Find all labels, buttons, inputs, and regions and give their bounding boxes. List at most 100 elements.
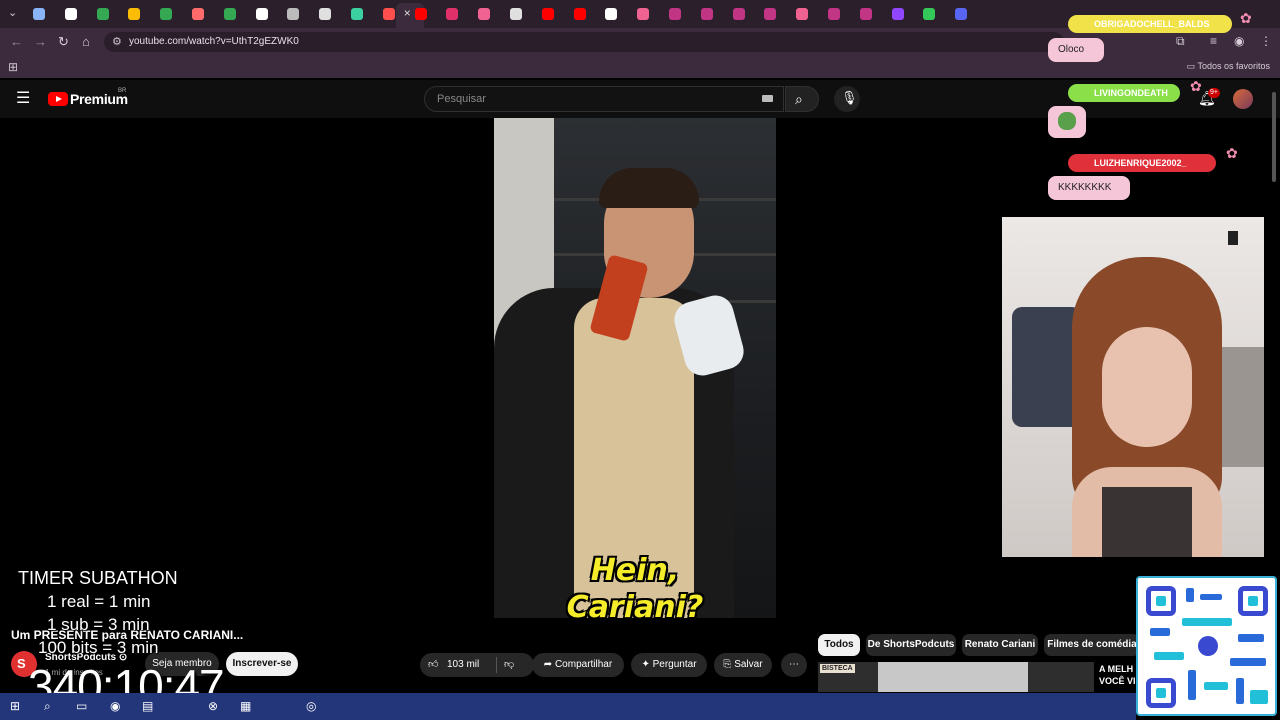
save-label: Salvar: [734, 659, 763, 670]
tab-search-icon[interactable]: ⌄: [8, 6, 17, 19]
browser-tab[interactable]: [284, 5, 302, 23]
browser-tab[interactable]: [920, 5, 938, 23]
hamburger-menu-icon[interactable]: ☰: [16, 91, 30, 107]
browser-tab[interactable]: [62, 5, 80, 23]
save-button[interactable]: ⎘ Salvar: [714, 653, 772, 677]
account-avatar[interactable]: [1233, 89, 1253, 109]
browser-tab[interactable]: [253, 5, 271, 23]
subathon-rule: 100 bits = 3 min: [38, 638, 159, 657]
pepe-emote-icon: [1058, 112, 1076, 130]
browser-tab[interactable]: [316, 5, 334, 23]
back-icon[interactable]: ←: [10, 34, 23, 50]
channel-logo-icon: S: [17, 656, 26, 671]
browser-tab[interactable]: [157, 5, 175, 23]
home-icon[interactable]: ⌂: [82, 34, 90, 50]
browser-tab[interactable]: [221, 5, 239, 23]
browser-tab[interactable]: [602, 5, 620, 23]
browser-tab[interactable]: [443, 5, 461, 23]
browser-tab[interactable]: [761, 5, 779, 23]
forward-icon[interactable]: →: [34, 34, 47, 50]
browser-tab[interactable]: [412, 5, 430, 23]
task-view-icon[interactable]: ▭: [76, 699, 87, 713]
chip-from-channel[interactable]: De ShortsPodcuts: [866, 634, 956, 656]
windows-taskbar: [0, 693, 1136, 720]
thumbnail-brand: BISTECA: [820, 664, 855, 673]
qr-module: [1150, 628, 1170, 636]
tab-close-icon[interactable]: ×: [404, 6, 411, 20]
tab-favicon-icon: [541, 8, 554, 20]
recommended-video-title[interactable]: A MELH VOCÊ VI: [1099, 663, 1139, 687]
browser-tab[interactable]: [539, 5, 557, 23]
search-input[interactable]: [435, 91, 735, 107]
all-bookmarks-label: Todos os favoritos: [1197, 61, 1270, 71]
browser-tab[interactable]: [189, 5, 207, 23]
youtube-play-icon: [48, 92, 68, 106]
subscribe-button[interactable]: Inscrever-se: [226, 652, 298, 676]
tab-favicon-icon: [96, 8, 109, 20]
address-bar[interactable]: ⚙ youtube.com/watch?v=UthT2gEZWK0: [104, 32, 1064, 52]
video-player[interactable]: Hein, Cariani?: [494, 118, 776, 618]
dislike-icon[interactable]: 👎︎: [504, 653, 514, 677]
search-box[interactable]: [424, 86, 784, 112]
browser-tab[interactable]: [634, 5, 652, 23]
search-taskbar-icon[interactable]: ⌕: [44, 699, 51, 714]
voice-search-button[interactable]: 🎙︎: [834, 86, 860, 112]
extensions-icon[interactable]: ⧉: [1176, 34, 1185, 49]
browser-tab[interactable]: [825, 5, 843, 23]
chip-renato-cariani[interactable]: Renato Cariani: [962, 634, 1038, 656]
qr-finder: [1238, 586, 1268, 616]
menu-icon[interactable]: ⋮: [1260, 34, 1272, 48]
browser-tab[interactable]: [475, 5, 493, 23]
more-actions-button[interactable]: ⋯: [781, 653, 807, 677]
like-count[interactable]: 103 mil: [447, 653, 479, 677]
all-bookmarks[interactable]: ▭ Todos os favoritos: [1187, 61, 1270, 72]
browser-tab[interactable]: [571, 5, 589, 23]
keyboard-icon[interactable]: [762, 95, 773, 102]
page-scrollbar[interactable]: [1272, 92, 1276, 182]
start-icon[interactable]: ⊞: [10, 699, 20, 713]
browser-tab[interactable]: [348, 5, 366, 23]
tab-favicon-icon: [382, 8, 395, 20]
search-button[interactable]: ⌕: [785, 86, 819, 112]
browser-tab[interactable]: [30, 5, 48, 23]
qr-module: [1230, 658, 1266, 666]
browser-tab[interactable]: [698, 5, 716, 23]
browser-tab[interactable]: [507, 5, 525, 23]
tab-favicon-icon: [573, 8, 586, 20]
qr-module: [1238, 634, 1264, 642]
browser-tab[interactable]: [952, 5, 970, 23]
browser-tab[interactable]: [125, 5, 143, 23]
subathon-label: TIMER SUBATHON: [18, 568, 178, 588]
explorer-taskbar-icon[interactable]: ▤: [142, 699, 153, 713]
xbox-taskbar-icon[interactable]: ⊗: [208, 699, 218, 713]
chip-comedy-films[interactable]: Filmes de comédia: [1044, 634, 1140, 656]
chat-message-text: KKKKKKKK: [1058, 182, 1112, 193]
chat-username: LUIZHENRIQUE2002_: [1094, 158, 1187, 168]
chat-username-badge: LIVINGONDEATH: [1068, 84, 1180, 102]
obs-taskbar-icon[interactable]: ◎: [306, 699, 316, 713]
webcam-face: [1102, 327, 1192, 447]
media-icon[interactable]: ≡: [1210, 34, 1217, 48]
recommended-video-thumbnail[interactable]: BISTECA: [818, 662, 1094, 692]
browser-tab[interactable]: [666, 5, 684, 23]
calculator-taskbar-icon[interactable]: ▦: [240, 699, 251, 713]
share-label: Compartilhar: [554, 659, 613, 670]
ask-button[interactable]: ✦ Perguntar: [631, 653, 707, 677]
share-button[interactable]: ➦ Compartilhar: [532, 653, 624, 677]
browser-tab[interactable]: [730, 5, 748, 23]
chip-todos[interactable]: Todos: [818, 634, 860, 656]
browser-tab[interactable]: [793, 5, 811, 23]
site-info-icon[interactable]: ⚙: [112, 35, 122, 48]
qr-module: [1200, 594, 1222, 600]
browser-tab[interactable]: [857, 5, 875, 23]
browser-tab[interactable]: [94, 5, 112, 23]
browser-tab[interactable]: [889, 5, 907, 23]
like-icon[interactable]: 👍︎: [428, 653, 438, 677]
qr-module: [1154, 652, 1184, 660]
profile-icon[interactable]: ◉: [1234, 34, 1244, 48]
apps-grid-icon[interactable]: ⊞: [8, 60, 18, 74]
tab-favicon-icon: [287, 8, 300, 20]
chrome-taskbar-icon[interactable]: ◉: [110, 699, 120, 713]
like-divider: [496, 657, 497, 673]
reload-icon[interactable]: ↻: [58, 34, 69, 50]
